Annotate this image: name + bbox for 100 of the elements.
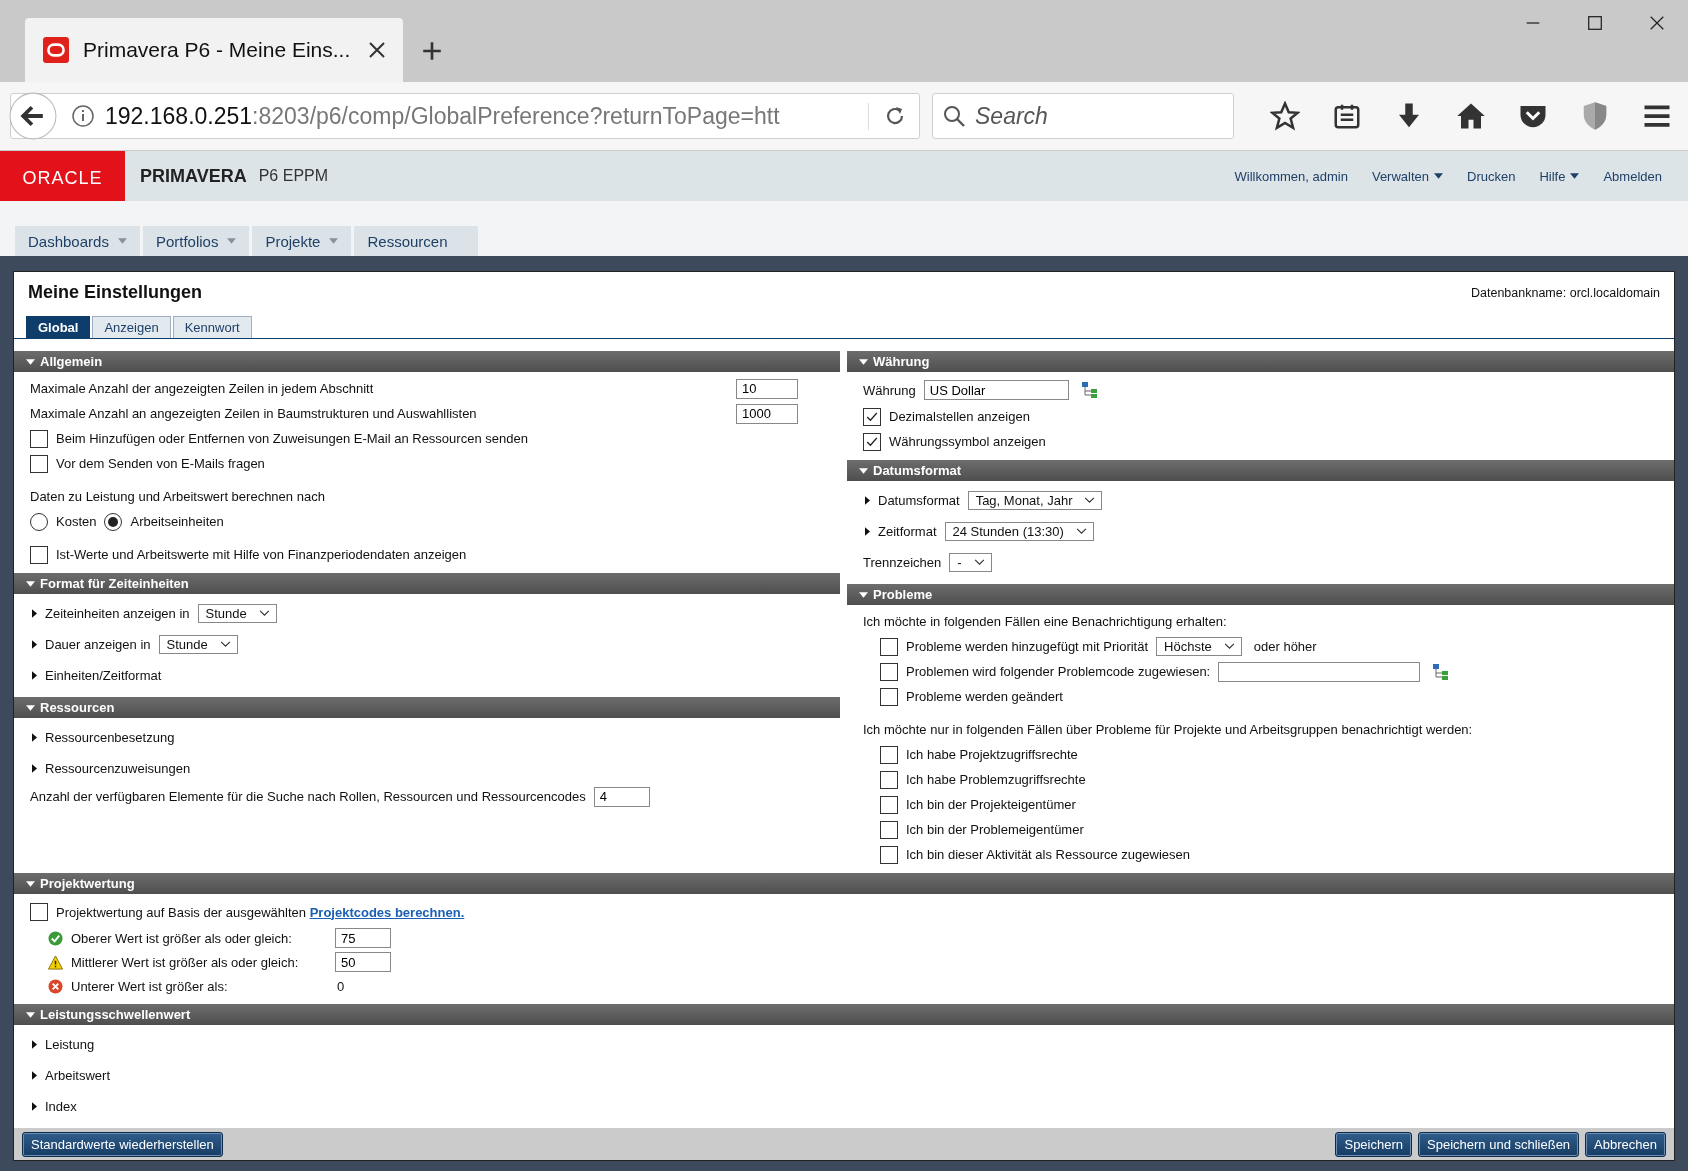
checkbox[interactable]	[880, 795, 898, 814]
field-label: Dauer anzeigen in	[45, 637, 151, 652]
checkbox[interactable]	[863, 407, 881, 426]
dropdown[interactable]: Stunde	[158, 635, 238, 654]
checkbox[interactable]	[30, 454, 48, 473]
expand-icon[interactable]	[32, 609, 37, 618]
collapse-icon	[859, 591, 868, 598]
section-header[interactable]: Probleme	[847, 584, 1674, 605]
expand-icon[interactable]	[32, 1102, 37, 1111]
header-link[interactable]: Abmelden	[1603, 168, 1662, 184]
dropdown[interactable]: Höchste	[1156, 637, 1242, 656]
expand-icon[interactable]	[32, 1071, 37, 1080]
chevron-down-icon	[258, 610, 270, 617]
star-icon[interactable]	[1270, 101, 1300, 131]
checkbox-label: Vor dem Senden von E-Mails fragen	[56, 456, 265, 471]
section-header[interactable]: Währung	[847, 351, 1674, 372]
chevron-down-icon	[219, 641, 231, 648]
nav-tab[interactable]: Projekte	[252, 226, 352, 256]
hierarchy-icon[interactable]	[1080, 381, 1099, 399]
dropdown[interactable]: 24 Stunden (13:30)	[944, 522, 1094, 541]
field-label: Arbeitswert	[45, 1068, 111, 1083]
restore-defaults-button[interactable]: Standardwerte wiederherstellen	[22, 1131, 223, 1157]
dropdown[interactable]: -	[949, 553, 992, 572]
section-header[interactable]: Allgemein	[14, 351, 840, 372]
collapse-icon	[26, 580, 35, 587]
checkbox[interactable]	[30, 545, 48, 564]
section-header[interactable]: Leistungsschwellenwert	[14, 1004, 1674, 1025]
checkbox[interactable]	[880, 770, 898, 789]
caret-icon	[1434, 173, 1443, 179]
checkbox[interactable]	[880, 662, 898, 681]
input-field[interactable]	[1218, 661, 1421, 682]
input-field[interactable]: 50	[335, 952, 391, 972]
field-value: 0	[336, 978, 345, 994]
header-link[interactable]: Drucken	[1467, 168, 1516, 184]
tab-favicon-icon	[43, 37, 69, 63]
expand-icon[interactable]	[32, 671, 37, 680]
field-label: Anzahl der verfügbaren Elemente für die Suche nach Rollen, Ressourcen und Ressourcencodes	[30, 789, 586, 804]
field-label: Zeiteinheiten anzeigen in	[45, 606, 190, 621]
footer-button[interactable]: Abbrechen	[1585, 1131, 1666, 1157]
settings-tab[interactable]: Kennwort	[172, 316, 252, 338]
expand-icon[interactable]	[32, 733, 37, 742]
footer-button[interactable]: Speichern und schließen	[1418, 1131, 1580, 1157]
expand-icon[interactable]	[32, 640, 37, 649]
input-field[interactable]: 1000	[736, 403, 798, 424]
back-icon[interactable]	[9, 92, 57, 140]
section-header[interactable]: Format für Zeiteinheiten	[14, 573, 840, 594]
section-header[interactable]: Projektwertung	[14, 873, 1674, 894]
settings-tab[interactable]: Anzeigen	[92, 316, 171, 338]
new-tab-icon[interactable]	[421, 40, 443, 62]
link[interactable]: Projektcodes berechnen.	[309, 904, 465, 920]
browser-tab[interactable]: Primavera P6 - Meine Eins...	[25, 18, 403, 82]
input-field[interactable]: US Dollar	[923, 380, 1069, 400]
collapse-icon	[859, 467, 868, 474]
close-icon[interactable]	[1648, 14, 1666, 32]
maximize-icon[interactable]	[1586, 14, 1604, 32]
dropdown[interactable]: Tag, Monat, Jahr	[967, 491, 1103, 510]
expand-icon[interactable]	[32, 764, 37, 773]
header-link[interactable]: Hilfe	[1539, 168, 1580, 184]
checkbox-label: Beim Hinzufügen oder Entfernen von Zuweisungen E-Mail an Ressourcen senden	[56, 431, 528, 446]
section-header[interactable]: Datumsformat	[847, 460, 1674, 481]
checkbox[interactable]	[30, 903, 48, 921]
expand-icon[interactable]	[865, 496, 870, 505]
checkbox[interactable]	[880, 820, 898, 839]
expand-icon[interactable]	[32, 1040, 37, 1049]
dropdown[interactable]: Stunde	[197, 604, 277, 623]
checkbox[interactable]	[880, 745, 898, 764]
expand-icon[interactable]	[865, 527, 870, 536]
checkbox[interactable]	[880, 687, 898, 706]
checkbox[interactable]	[880, 637, 898, 656]
input-field[interactable]: 4	[593, 786, 650, 807]
address-bar[interactable]: 192.168.0.251:8203/p6/comp/GlobalPreference?returnToPage=htt	[10, 93, 920, 139]
collapse-icon	[26, 1011, 35, 1018]
nav-tab[interactable]: Dashboards	[15, 226, 140, 256]
footer-button[interactable]: Speichern	[1335, 1131, 1412, 1157]
field-label: Maximale Anzahl der angezeigten Zeilen in jedem Abschnitt	[30, 381, 374, 396]
info-icon[interactable]	[71, 104, 95, 128]
chevron-down-icon	[1084, 497, 1096, 504]
hierarchy-icon[interactable]	[1432, 662, 1451, 681]
checkbox-label: Ich bin dieser Aktivität als Ressource zugewiesen	[906, 847, 1190, 862]
error-icon	[48, 978, 63, 994]
close-icon[interactable]	[367, 40, 387, 60]
home-icon[interactable]	[1456, 101, 1486, 131]
nav-tab[interactable]: Ressourcen	[354, 226, 478, 256]
nav-tab[interactable]: Portfolios	[142, 226, 250, 256]
section-header[interactable]: Ressourcen	[14, 697, 840, 718]
caret-icon	[329, 238, 339, 244]
field-label: Zeitformat	[878, 524, 937, 539]
checkbox-label: Probleme werden hinzugefügt mit Priorität	[906, 639, 1149, 654]
caret-icon	[227, 238, 237, 244]
header-link[interactable]: Verwalten	[1371, 168, 1443, 184]
search-field[interactable]: Search	[932, 93, 1234, 139]
checkbox-label: Probleme werden geändert	[906, 689, 1063, 704]
field-label: Oberer Wert ist größer als oder gleich:	[71, 930, 293, 946]
checkbox[interactable]	[880, 845, 898, 864]
input-field[interactable]: 10	[736, 378, 798, 399]
checkbox[interactable]	[863, 432, 881, 451]
settings-tab[interactable]: Global	[26, 316, 91, 338]
header-link[interactable]: Willkommen, admin	[1234, 168, 1348, 184]
input-field[interactable]: 75	[335, 928, 391, 948]
checkbox[interactable]	[30, 429, 48, 448]
